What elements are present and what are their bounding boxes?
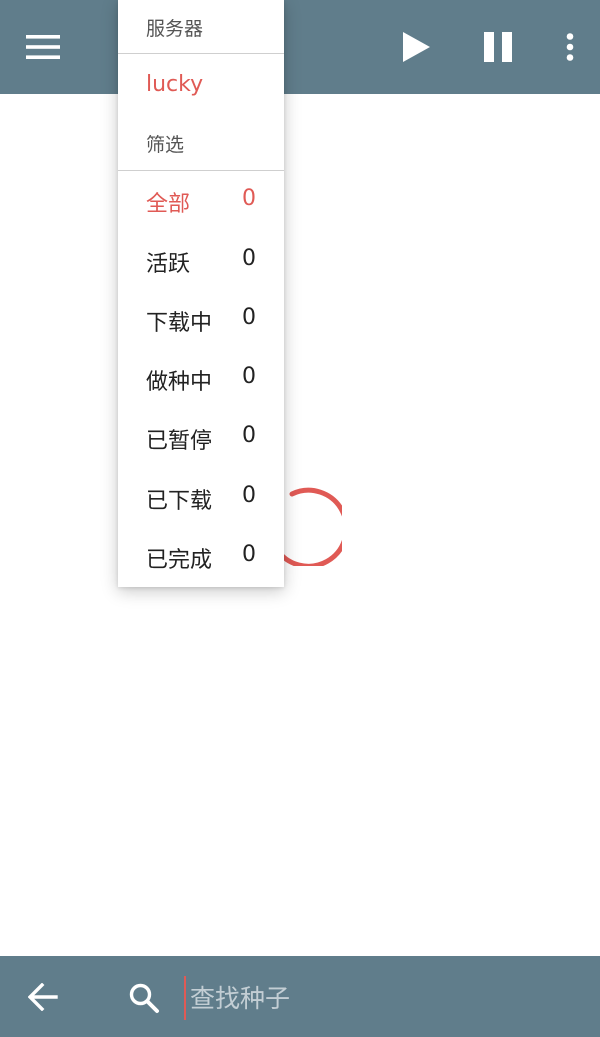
filter-count: 0: [242, 423, 256, 448]
filter-count: 0: [242, 542, 256, 567]
search-torrents-input[interactable]: [184, 976, 574, 1020]
top-toolbar: [0, 0, 600, 94]
back-button[interactable]: [20, 974, 66, 1020]
overflow-menu-button[interactable]: [545, 22, 595, 72]
filter-item-downloaded[interactable]: 已下载 0: [118, 469, 284, 527]
server-item-lucky[interactable]: lucky: [146, 72, 203, 97]
filter-section-header: 筛选: [146, 134, 185, 156]
bottom-search-bar: [0, 956, 600, 1037]
more-vert-icon: [566, 33, 574, 61]
divider: [118, 170, 284, 171]
start-all-button[interactable]: [391, 22, 441, 72]
server-section-header: 服务器: [146, 18, 204, 40]
filter-label: 活跃: [146, 252, 191, 277]
filter-count: 0: [242, 186, 256, 211]
filter-count: 0: [242, 305, 256, 330]
search-icon-container: [122, 976, 166, 1020]
menu-button[interactable]: [18, 22, 68, 72]
filter-item-downloading[interactable]: 下载中 0: [118, 291, 284, 349]
divider: [118, 53, 284, 54]
pause-all-button[interactable]: [473, 22, 523, 72]
filter-label: 做种中: [146, 370, 213, 395]
app-root: 服务器 lucky 筛选 全部 0 活跃 0 下载中 0 做种中 0 已暂停 0…: [0, 0, 600, 1037]
filter-label: 已完成: [146, 548, 213, 573]
filter-item-paused[interactable]: 已暂停 0: [118, 409, 284, 467]
filter-label: 已暂停: [146, 429, 213, 454]
filter-item-all[interactable]: 全部 0: [118, 172, 284, 230]
filter-count: 0: [242, 364, 256, 389]
filter-count: 0: [242, 246, 256, 271]
filter-label: 全部: [146, 192, 191, 217]
pause-icon: [484, 32, 512, 62]
filter-item-completed[interactable]: 已完成 0: [118, 528, 284, 586]
filter-item-active[interactable]: 活跃 0: [118, 232, 284, 290]
arrow-back-icon: [28, 983, 58, 1011]
filter-label: 已下载: [146, 489, 213, 514]
filter-dropdown-panel: 服务器 lucky 筛选 全部 0 活跃 0 下载中 0 做种中 0 已暂停 0…: [118, 0, 284, 587]
filter-item-seeding[interactable]: 做种中 0: [118, 350, 284, 408]
play-icon: [403, 32, 430, 62]
filter-count: 0: [242, 483, 256, 508]
search-icon: [129, 983, 159, 1013]
filter-label: 下载中: [146, 311, 213, 336]
menu-icon: [26, 35, 60, 59]
